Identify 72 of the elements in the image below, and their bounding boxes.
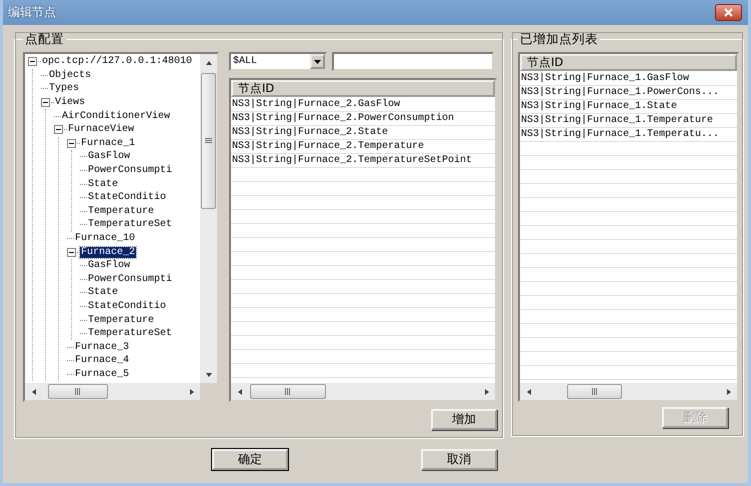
scroll-left-icon[interactable]	[524, 388, 532, 396]
list-row[interactable]: NS3|String|Furnace_1.Temperatu...	[520, 128, 737, 142]
list-row[interactable]: NS3|String|Furnace_2.Temperature	[231, 140, 495, 154]
scroll-left-icon[interactable]	[30, 388, 38, 396]
tree-item[interactable]: Furnace_2	[80, 246, 136, 258]
tree-item[interactable]: Furnace_3	[74, 342, 130, 353]
tree-item[interactable]: StateConditio	[87, 192, 168, 204]
scroll-right-icon[interactable]	[188, 388, 196, 396]
tree-item[interactable]: PowerConsumpti	[87, 274, 174, 285]
vertical-scrollbar[interactable]	[200, 54, 217, 383]
tree-item[interactable]: Furnace_5	[74, 368, 130, 380]
group-title: 已增加点列表	[519, 31, 599, 48]
ok-button[interactable]: 确定	[212, 449, 288, 470]
list-row[interactable]: NS3|String|Furnace_1.PowerCons...	[520, 86, 737, 100]
list-row[interactable]: NS3|String|Furnace_1.State	[520, 100, 737, 114]
horizontal-scrollbar[interactable]	[520, 383, 737, 400]
scroll-right-icon[interactable]	[482, 388, 490, 396]
collapse-icon[interactable]	[67, 138, 76, 148]
add-button[interactable]: 增加	[431, 409, 497, 430]
scroll-thumb[interactable]	[250, 384, 326, 399]
list-row[interactable]: NS3|String|Furnace_1.Temperature	[520, 114, 737, 128]
tree-item[interactable]: Furnace_4	[74, 355, 130, 366]
close-icon	[724, 8, 733, 17]
scroll-right-icon[interactable]	[724, 388, 732, 396]
horizontal-scrollbar[interactable]	[231, 383, 495, 400]
filter-dropdown[interactable]: $ALL	[229, 52, 327, 71]
grip-icon	[592, 388, 598, 395]
scroll-down-icon[interactable]	[204, 370, 212, 378]
tree-item[interactable]: Furnace_10	[74, 233, 136, 244]
tree-item[interactable]: GasFlow	[87, 260, 132, 272]
grip-icon	[75, 388, 81, 395]
tree-item[interactable]: opc.tcp://127.0.0.1:48010	[41, 56, 194, 68]
tree-item[interactable]: Types	[48, 83, 80, 94]
tree-item[interactable]: Furnace_1	[80, 138, 136, 149]
column-header[interactable]: 节点ID	[231, 80, 495, 97]
tree-item[interactable]: State	[87, 178, 120, 190]
tree-item[interactable]: TemperatureSet	[87, 219, 174, 230]
scroll-left-icon[interactable]	[236, 388, 244, 396]
grip-icon	[205, 138, 212, 144]
tree-item[interactable]: FurnaceView	[67, 124, 136, 136]
search-field[interactable]	[332, 52, 494, 71]
scroll-thumb[interactable]	[48, 384, 108, 399]
dropdown-icon	[314, 60, 321, 64]
group-title: 点配置	[24, 31, 65, 48]
close-button[interactable]	[715, 4, 742, 21]
tree-item[interactable]: TemperatureSet	[87, 328, 174, 340]
list-row[interactable]: NS3|String|Furnace_2.TemperatureSetPoint	[231, 154, 495, 168]
tree-item[interactable]: State	[87, 287, 120, 298]
window-title: 编辑节点	[8, 4, 57, 21]
tree-item[interactable]: PowerConsumpti	[87, 165, 174, 176]
tree-item[interactable]: StateConditio	[87, 300, 168, 312]
scroll-thumb[interactable]	[567, 384, 622, 399]
grip-icon	[285, 388, 291, 395]
column-header[interactable]: 节点ID	[520, 54, 737, 71]
collapse-icon[interactable]	[67, 248, 76, 257]
tree-item[interactable]: AirConditionerView	[61, 110, 172, 122]
collapse-icon[interactable]	[28, 57, 37, 66]
list-row[interactable]: NS3|String|Furnace_2.PowerConsumption	[231, 112, 495, 126]
list-row[interactable]: NS3|String|Furnace_1.GasFlow	[520, 72, 737, 86]
scroll-up-icon[interactable]	[204, 58, 212, 66]
list-row[interactable]: NS3|String|Furnace_2.GasFlow	[231, 98, 495, 112]
tree-item[interactable]: Views	[54, 97, 86, 108]
tree-item[interactable]: Temperature	[87, 206, 156, 217]
scroll-thumb[interactable]	[201, 73, 216, 209]
tree-item[interactable]: Objects	[48, 70, 92, 81]
cancel-button[interactable]: 取消	[421, 449, 497, 470]
tree-item[interactable]: Temperature	[87, 314, 156, 326]
tree-item[interactable]: GasFlow	[87, 151, 132, 162]
list-row[interactable]: NS3|String|Furnace_2.State	[231, 126, 495, 140]
collapse-icon[interactable]	[41, 98, 50, 108]
collapse-icon[interactable]	[54, 125, 63, 134]
horizontal-scrollbar[interactable]	[25, 383, 200, 400]
